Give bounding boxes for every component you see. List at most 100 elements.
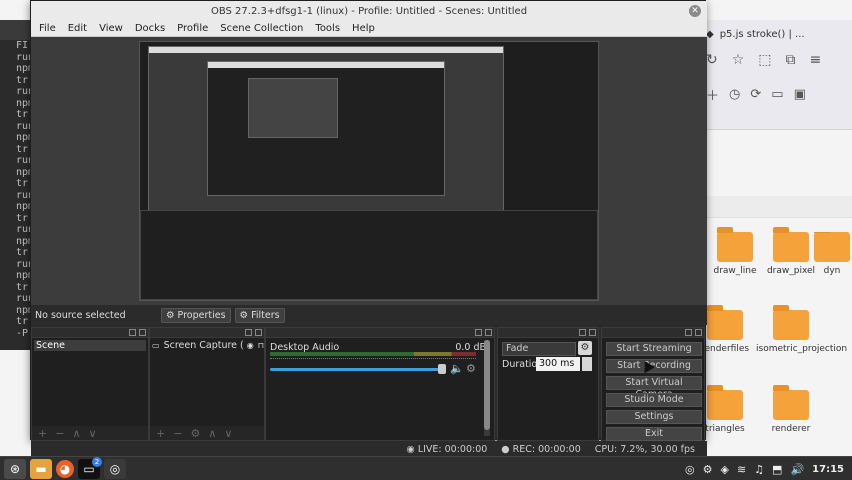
close-icon[interactable] bbox=[485, 329, 492, 336]
add-icon[interactable]: ＋ bbox=[706, 85, 719, 104]
dock-footer: + − ∧ ∨ bbox=[32, 426, 148, 440]
terminal-line: npm bbox=[16, 63, 34, 74]
source-item[interactable]: ▭ Screen Capture (X ◉ ⊓ bbox=[152, 340, 264, 351]
properties-button[interactable]: ⚙ Properties bbox=[161, 307, 231, 323]
settings-icon[interactable]: ⚙ bbox=[703, 463, 713, 476]
remove-icon[interactable]: − bbox=[173, 427, 182, 440]
move-up-icon[interactable]: ∧ bbox=[208, 427, 216, 440]
gear-icon[interactable]: ⚙ bbox=[466, 362, 476, 375]
terminal-line: npm bbox=[16, 270, 34, 281]
avatar[interactable]: ▣ bbox=[794, 87, 806, 102]
exit-button[interactable]: Exit bbox=[606, 427, 702, 441]
duration-spinner[interactable] bbox=[582, 357, 592, 371]
nested-titlebar bbox=[208, 62, 444, 68]
volume-slider[interactable] bbox=[270, 368, 446, 371]
inbox-icon[interactable]: ▭ bbox=[771, 87, 783, 102]
history-icon[interactable]: ◷ bbox=[729, 87, 740, 102]
menu-item-file[interactable]: File bbox=[39, 23, 56, 34]
obs-tray-icon[interactable]: ◎ bbox=[685, 463, 695, 476]
move-up-icon[interactable]: ∧ bbox=[72, 427, 80, 440]
live-status: ◉ LIVE: 00:00:00 bbox=[406, 443, 488, 455]
mint-menu-icon[interactable]: ⊛ bbox=[4, 458, 26, 479]
menu-item-scene-collection[interactable]: Scene Collection bbox=[220, 23, 303, 34]
close-icon[interactable]: ✕ bbox=[689, 5, 701, 17]
dock-footer: + − ⚙ ∧ ∨ bbox=[150, 426, 264, 440]
start-virtual-camera-button[interactable]: Start Virtual Camera bbox=[606, 376, 702, 400]
pocket-icon[interactable]: ⬚ bbox=[758, 52, 771, 68]
remove-icon[interactable]: − bbox=[55, 427, 64, 440]
network-icon[interactable]: ≋ bbox=[737, 463, 746, 476]
menu-item-help[interactable]: Help bbox=[352, 23, 375, 34]
browser-tab[interactable]: ◆ p5.js stroke() | ... bbox=[706, 24, 852, 44]
speaker-icon[interactable]: 🔈 bbox=[450, 362, 464, 375]
folder-icon bbox=[717, 227, 753, 262]
files-icon[interactable]: ▬ bbox=[30, 458, 52, 479]
terminal-line: run bbox=[16, 258, 34, 270]
settings-button[interactable]: Settings bbox=[606, 410, 702, 424]
filters-button[interactable]: ⚙ Filters bbox=[234, 307, 285, 323]
menu-item-profile[interactable]: Profile bbox=[177, 23, 208, 34]
sync-icon[interactable]: ⟳ bbox=[750, 87, 761, 102]
window-titlebar[interactable]: OBS 27.2.3+dfsg1-1 (linux) - Profile: Un… bbox=[31, 1, 707, 21]
reload-icon[interactable]: ↻ bbox=[706, 52, 718, 68]
start-streaming-button[interactable]: Start Streaming bbox=[606, 342, 702, 356]
float-icon[interactable] bbox=[579, 329, 586, 336]
float-icon[interactable] bbox=[685, 329, 692, 336]
dock-header bbox=[32, 328, 148, 338]
terminal-line: npm bbox=[16, 235, 34, 247]
rec-status: ● REC: 00:00:00 bbox=[501, 443, 581, 455]
close-icon[interactable] bbox=[255, 329, 262, 336]
scene-item[interactable]: Scene bbox=[34, 340, 146, 351]
folder-item[interactable]: dyn bbox=[812, 232, 852, 276]
terminal-line: tr bbox=[16, 316, 29, 327]
transition-select[interactable]: Fade bbox=[502, 342, 576, 356]
mixer-scrollbar-thumb[interactable] bbox=[484, 340, 490, 430]
folder-item[interactable]: renderer bbox=[756, 385, 826, 434]
terminal-tab[interactable] bbox=[0, 20, 34, 40]
shield-icon[interactable]: ◈ bbox=[720, 463, 728, 476]
extensions-icon[interactable]: ⧉ bbox=[786, 52, 796, 68]
window-title: OBS 27.2.3+dfsg1-1 (linux) - Profile: Un… bbox=[210, 5, 528, 17]
folder-icon bbox=[773, 227, 809, 262]
float-icon[interactable] bbox=[245, 329, 252, 336]
record-icon: ● bbox=[501, 443, 513, 455]
menu-item-docks[interactable]: Docks bbox=[135, 23, 165, 34]
obs-icon[interactable]: ◎ bbox=[104, 458, 126, 479]
float-icon[interactable] bbox=[475, 329, 482, 336]
visibility-icon[interactable]: ◉ bbox=[247, 341, 254, 350]
terminal-line: run bbox=[16, 224, 34, 235]
terminal-line: tr bbox=[16, 74, 29, 86]
preview-canvas[interactable] bbox=[139, 41, 599, 301]
studio-mode-button[interactable]: Studio Mode bbox=[606, 393, 702, 407]
nested-capture bbox=[207, 61, 445, 196]
duration-input[interactable]: 300 ms bbox=[536, 357, 580, 371]
menu-item-tools[interactable]: Tools bbox=[315, 23, 340, 34]
lock-icon[interactable]: ⊓ bbox=[258, 341, 264, 350]
updates-icon[interactable]: ⬒ bbox=[772, 463, 782, 476]
taskbar: ⊛ ▬ ◕ ▭ 2 ◎ ◎ ⚙ ◈ ≋ ♫ ⬒ 🔊 17:15 bbox=[0, 456, 852, 480]
terminal-icon[interactable]: ▭ 2 bbox=[78, 456, 102, 479]
volume-slider-handle[interactable] bbox=[438, 364, 446, 374]
close-icon[interactable] bbox=[695, 329, 702, 336]
menu-icon[interactable]: ≡ bbox=[810, 52, 822, 68]
menu-item-edit[interactable]: Edit bbox=[68, 23, 87, 34]
browser-toolbar: ↻ ☆ ⬚ ⧉ ≡ bbox=[706, 50, 852, 70]
move-down-icon[interactable]: ∨ bbox=[89, 427, 97, 440]
music-icon[interactable]: ♫ bbox=[754, 463, 764, 476]
add-icon[interactable]: + bbox=[38, 427, 47, 440]
float-icon[interactable] bbox=[129, 329, 136, 336]
close-icon[interactable] bbox=[589, 329, 596, 336]
gear-icon[interactable]: ⚙ bbox=[578, 341, 592, 355]
gear-icon[interactable]: ⚙ bbox=[190, 427, 200, 440]
firefox-icon[interactable]: ◕ bbox=[56, 459, 74, 478]
add-icon[interactable]: + bbox=[156, 427, 165, 440]
folder-icon bbox=[707, 305, 743, 340]
folder-icon bbox=[707, 385, 743, 420]
clock[interactable]: 17:15 bbox=[812, 464, 844, 475]
menu-item-view[interactable]: View bbox=[99, 23, 123, 34]
close-icon[interactable] bbox=[139, 329, 146, 336]
folder-item[interactable]: isometric_projection bbox=[756, 305, 847, 354]
volume-icon[interactable]: 🔊 bbox=[790, 463, 804, 476]
star-icon[interactable]: ☆ bbox=[732, 52, 745, 68]
move-down-icon[interactable]: ∨ bbox=[224, 427, 232, 440]
